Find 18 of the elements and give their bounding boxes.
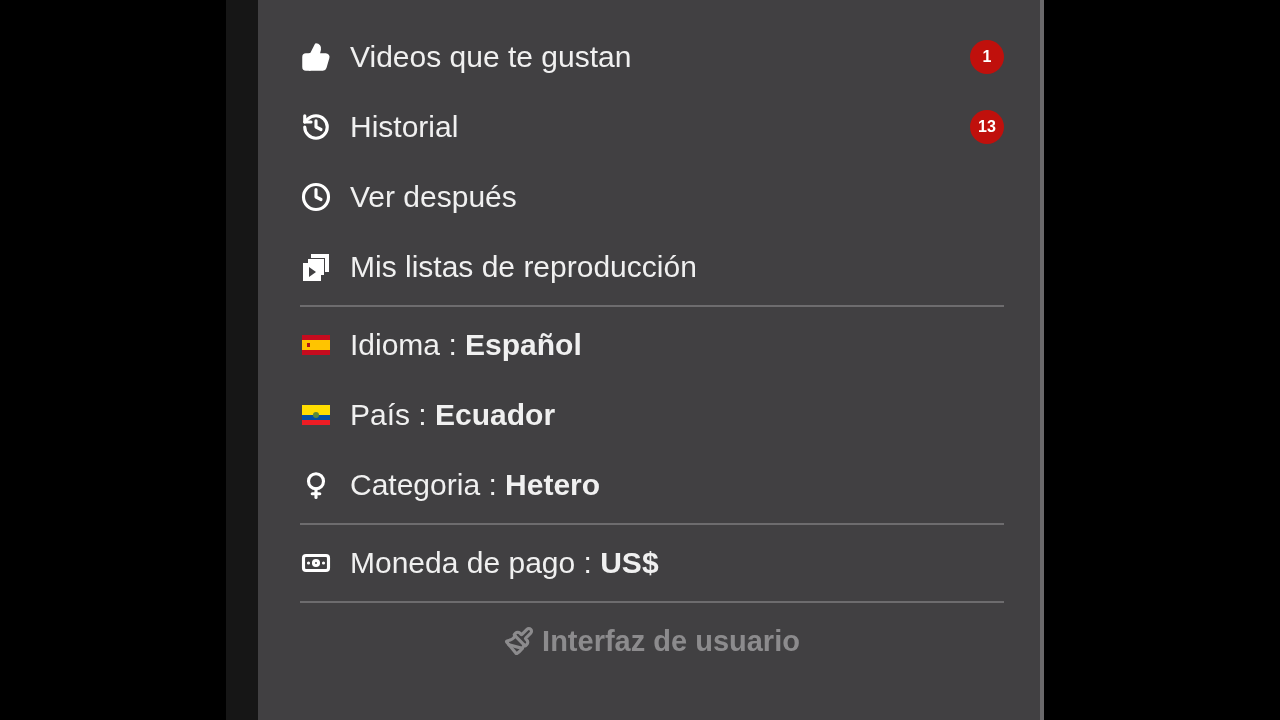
menu-item[interactable]: Idioma : Español: [350, 328, 1004, 362]
menu-item[interactable]: Moneda de pago : US$: [350, 546, 1004, 580]
spain-flag-icon: [302, 335, 330, 355]
brush-icon: [504, 626, 535, 656]
menu-item[interactable]: Ver después: [350, 180, 1004, 214]
count-badge: 13: [970, 110, 1004, 144]
menu-item[interactable]: Historial: [350, 110, 952, 144]
section-heading: Interfaz de usuario: [542, 624, 800, 658]
menu-item[interactable]: Videos que te gustan: [350, 40, 952, 74]
playlist-icon: [301, 252, 331, 282]
menu-item[interactable]: Categoria : Hetero: [350, 468, 1004, 502]
ecuador-flag-icon: [302, 405, 330, 425]
thumbs-up-icon: [301, 42, 331, 72]
count-badge: 1: [970, 40, 1004, 74]
clock-icon: [301, 182, 331, 212]
menu-item[interactable]: País : Ecuador: [350, 398, 1004, 432]
history-icon: [301, 112, 331, 142]
menu-item[interactable]: Mis listas de reproducción: [350, 250, 1004, 284]
